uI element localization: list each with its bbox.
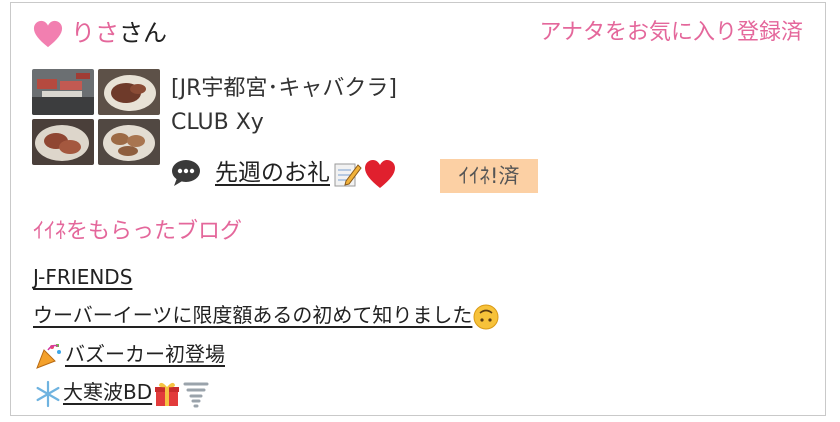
- blog-link-1[interactable]: J-FRIENDS: [33, 262, 132, 292]
- food-photo-thumbnail: [32, 119, 94, 165]
- party-popper-emoji-icon: [36, 343, 61, 369]
- shop-name-link[interactable]: CLUB Xy: [171, 107, 264, 139]
- post-title-text: 先週のお礼: [215, 160, 330, 186]
- iine-done-badge: ｲｲﾈ!済: [440, 159, 538, 193]
- shop-area-label: [JR宇都宮･キャバクラ]: [171, 76, 397, 101]
- blog-link-text: バズーカー初登場: [65, 342, 225, 366]
- blog-link-2[interactable]: ウーバーイーツに限度額あるの初めて知りました: [33, 300, 500, 330]
- user-name-suffix: さん: [119, 19, 167, 47]
- red-heart-emoji-icon: [365, 159, 395, 188]
- post-title-link[interactable]: 先週のお礼: [215, 156, 396, 190]
- food-photo-thumbnail: [98, 119, 160, 165]
- memo-emoji-icon: [334, 163, 362, 186]
- gift-emoji-icon: [155, 382, 180, 406]
- shop-thumbnail-grid[interactable]: [32, 69, 160, 165]
- food-photo-thumbnail: [98, 69, 160, 115]
- blog-link-3[interactable]: バズーカー初登場: [33, 339, 225, 370]
- speech-bubble-icon: [172, 160, 200, 186]
- tornado-emoji-icon: [183, 382, 209, 407]
- blog-link-text: J-FRIENDS: [33, 265, 133, 289]
- user-name-link[interactable]: りさ: [71, 19, 119, 47]
- snowflake-emoji-icon: [36, 380, 60, 407]
- user-line: りささん: [71, 16, 167, 50]
- blog-link-text: ウーバーイーツに限度額あるの初めて知りました: [33, 303, 473, 327]
- heart-icon: [33, 20, 63, 48]
- upside-down-face-emoji-icon: [473, 304, 499, 329]
- food-photo-thumbnail: [32, 69, 94, 115]
- favorite-card: りささん アナタをお気に入り登録済 [JR宇都宮･キャバクラ] CLUB Xy …: [10, 2, 826, 416]
- blog-link-text: 大寒波BD: [63, 380, 153, 404]
- blog-link-4[interactable]: 大寒波BD: [33, 377, 210, 408]
- liked-blogs-heading: ｲｲﾈをもらったブログ: [33, 219, 243, 244]
- favorite-status-label: アナタをお気に入り登録済: [539, 20, 803, 45]
